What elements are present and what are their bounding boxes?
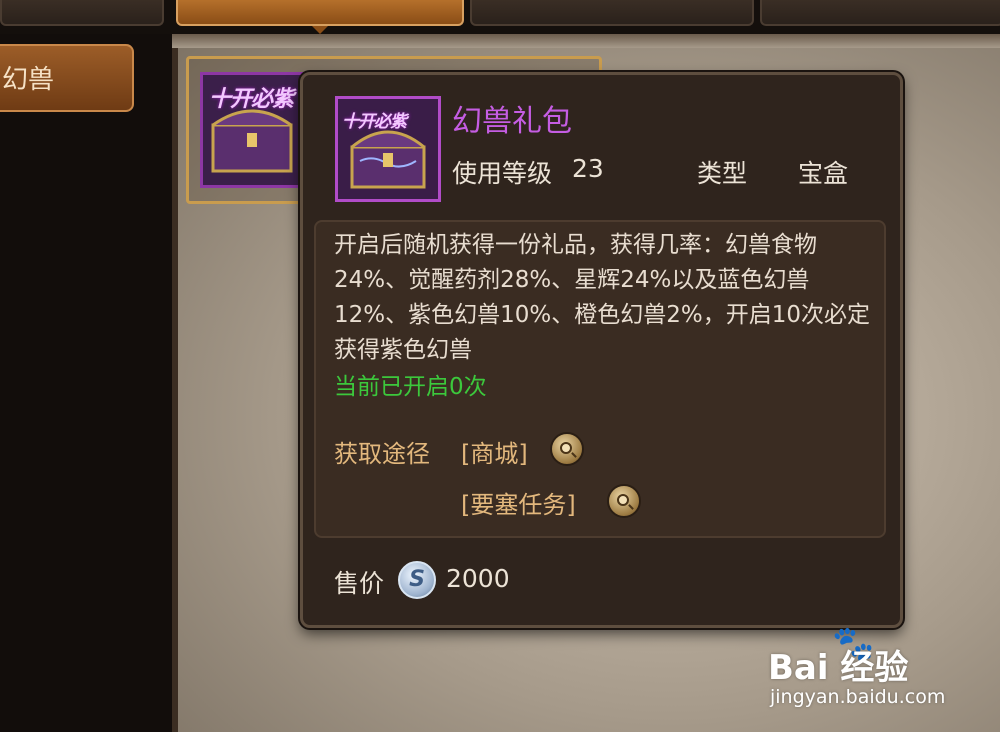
panel-top-edge [172,34,1000,48]
sidebar-tab-beast[interactable]: 幻兽 [0,44,134,112]
slot-item-icon[interactable]: 十开必紫 [200,72,304,188]
source-label: 获取途径 [334,440,430,468]
level-value: 23 [572,154,604,183]
watermark-url: jingyan.baidu.com [770,686,946,708]
treasure-chest-icon [211,109,293,173]
item-icon: 十开必紫 [335,96,441,202]
search-icon[interactable] [550,432,584,466]
type-value: 宝盒 [798,159,849,188]
item-description: 开启后随机获得一份礼品，获得几率：幻兽食物24%、觉醒药剂28%、星辉24%以及… [334,232,870,363]
top-tab-active[interactable] [176,0,464,34]
sidebar: 幻兽 [0,34,172,732]
source-link-shop[interactable]: [商城] [461,434,528,469]
level-label: 使用等级 [452,159,553,188]
opened-count: 当前已开启0次 [334,374,487,400]
treasure-chest-icon [350,130,426,189]
silver-coin-icon: S [398,561,436,599]
type-label: 类型 [697,159,748,188]
price-value: 2000 [446,564,510,593]
source-link-fortress-quest[interactable]: [要塞任务] [461,485,576,520]
top-tab[interactable] [760,0,1000,26]
price-label: 售价 [334,569,385,598]
search-icon[interactable] [607,484,641,518]
top-tab[interactable] [470,0,754,26]
top-tab-bar [0,0,1000,34]
item-name: 幻兽礼包 [452,104,572,139]
top-tab[interactable] [0,0,164,26]
watermark-logo: Bai 经验 [768,648,909,688]
